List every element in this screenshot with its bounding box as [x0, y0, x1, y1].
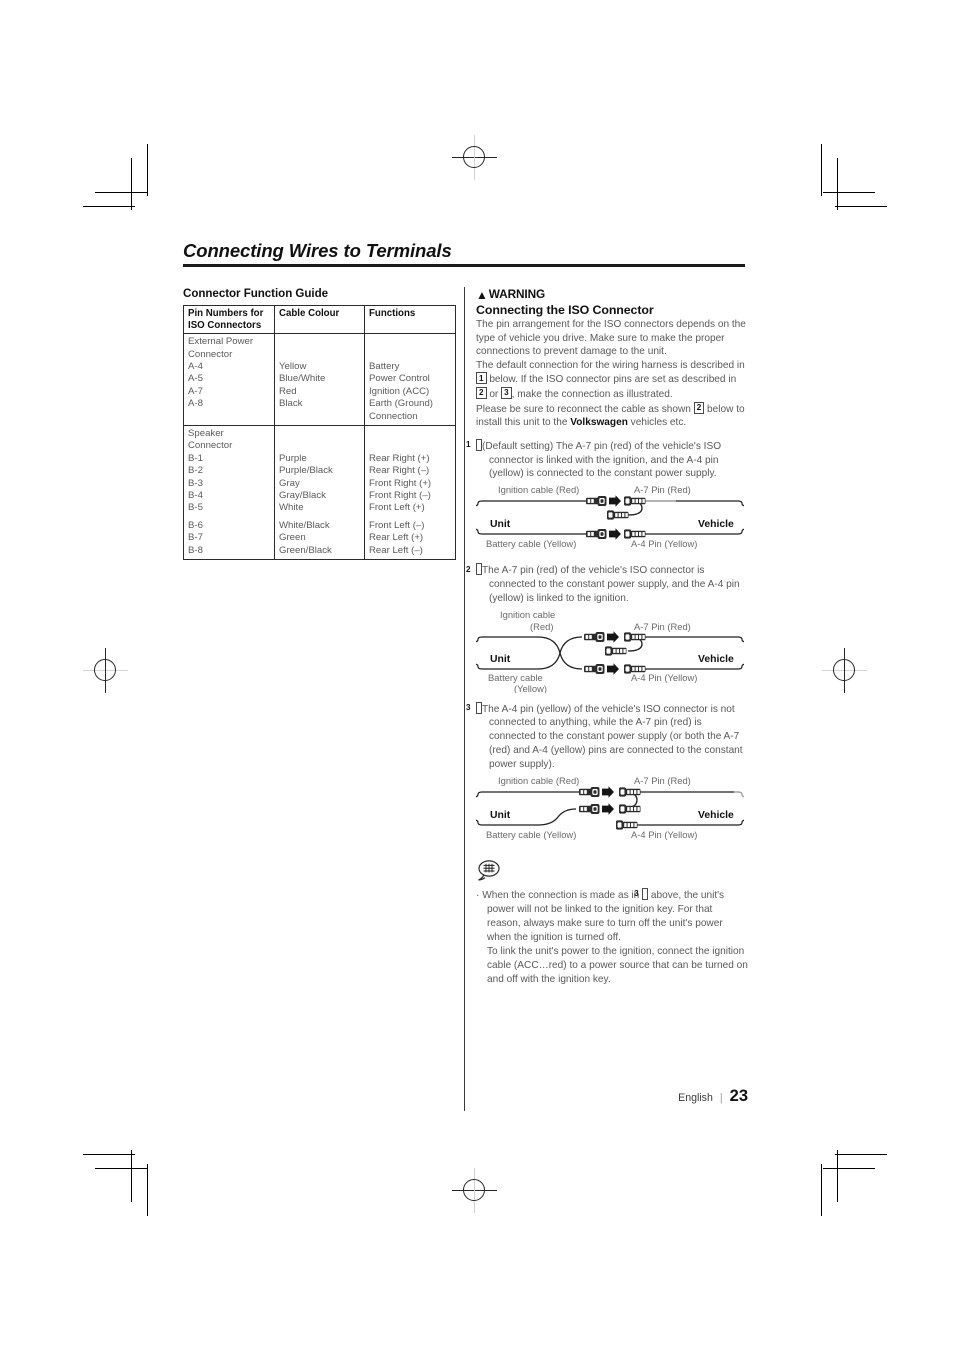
svg-text:A-4 Pin (Yellow): A-4 Pin (Yellow)	[631, 672, 697, 683]
svg-text:A-7 Pin (Red): A-7 Pin (Red)	[634, 484, 691, 495]
svg-text:A-4 Pin (Yellow): A-4 Pin (Yellow)	[631, 829, 697, 840]
page-footer: English | 23	[476, 1087, 748, 1106]
table-header-pin-numbers: Pin Numbers for ISO Connectors	[183, 304, 275, 335]
iso-connector-intro: The pin arrangement for the ISO connecto…	[476, 319, 746, 429]
column-divider	[464, 287, 466, 1111]
table-header-row: Pin Numbers for ISO Connectors Cable Col…	[183, 304, 456, 335]
iso-connector-subheading: Connecting the ISO Connector	[476, 303, 654, 317]
svg-text:(Red): (Red)	[530, 621, 553, 632]
svg-text:Vehicle: Vehicle	[698, 810, 734, 821]
step-3-diagram: Ignition cable (Red) A-7 Pin (Red) Unit …	[476, 775, 744, 845]
left-column: Connector Function Guide Pin Numbers for…	[183, 287, 456, 561]
svg-text:Ignition cable (Red): Ignition cable (Red)	[498, 484, 579, 495]
step-1-text: 1 (Default setting) The A-7 pin (red) of …	[466, 438, 722, 480]
crop-mark-bottom-right	[795, 1150, 887, 1220]
document-page: Connecting Wires to Terminals Connector …	[0, 0, 954, 1351]
table-header-functions: Functions	[364, 304, 456, 335]
svg-text:A-7 Pin (Red): A-7 Pin (Red)	[634, 621, 691, 632]
note-text-line2: To link the unit's power to the ignition…	[487, 945, 748, 985]
inline-step-ref-2: 2	[476, 386, 487, 399]
footer-page-number: 23	[729, 1087, 748, 1105]
cell-cable-colour-group-1: Yellow Blue/White Red Black	[274, 333, 365, 426]
inline-step-ref-2b: 2	[693, 401, 705, 414]
svg-text:Vehicle: Vehicle	[698, 654, 734, 665]
step-3-text: 3 The A-4 pin (yellow) of the vehicle's I…	[466, 701, 743, 770]
connector-function-table: Pin Numbers for ISO Connectors Cable Col…	[183, 304, 456, 561]
cell-functions-group-2: Rear Right (+) Rear Right (–) Front Righ…	[364, 424, 456, 561]
svg-text:Battery cable (Yellow): Battery cable (Yellow)	[486, 538, 576, 549]
step-1-diagram: Ignition cable (Red) A-7 Pin (Red) Unit …	[476, 484, 744, 554]
cell-pin-numbers-group-1: External Power Connector A-4 A-5 A-7 A-8	[183, 333, 275, 426]
svg-text:(Yellow): (Yellow)	[514, 683, 547, 693]
cell-functions-group-1: Battery Power Control Ignition (ACC) Ear…	[364, 333, 456, 426]
brand-volkswagen: Volkswagen	[570, 417, 628, 429]
table-row: Speaker Connector B-1 B-2 B-3 B-4 B-5 B-…	[183, 424, 456, 561]
connector-function-guide-heading: Connector Function Guide	[183, 287, 329, 300]
svg-text:Vehicle: Vehicle	[698, 519, 734, 530]
step-2-text: 2 The A-7 pin (red) of the vehicle's ISO …	[466, 563, 740, 604]
section-title: Connecting Wires to Terminals	[183, 240, 452, 261]
inline-step-ref-3: 3	[501, 386, 512, 399]
svg-text:Battery cable: Battery cable	[488, 672, 543, 683]
inline-step-ref-1: 1	[476, 372, 487, 385]
note-text: · When the connection is made as in 3 ab…	[476, 887, 748, 985]
svg-text:A-4 Pin (Yellow): A-4 Pin (Yellow)	[631, 538, 697, 549]
svg-text:Battery cable (Yellow): Battery cable (Yellow)	[486, 829, 576, 840]
crop-mark-top-left	[83, 140, 175, 210]
right-column: ▲ WARNING Connecting the ISO Connector T…	[466, 287, 748, 987]
svg-text:A-7 Pin (Red): A-7 Pin (Red)	[634, 775, 691, 786]
svg-text:Ignition cable (Red): Ignition cable (Red)	[498, 775, 579, 786]
crop-mark-top-right	[795, 140, 887, 210]
step-2: 2 The A-7 pin (red) of the vehicle's ISO …	[466, 563, 748, 693]
warning-label: WARNING	[488, 287, 546, 301]
section-title-rule	[183, 264, 745, 268]
step-1: 1 (Default setting) The A-7 pin (red) of …	[466, 438, 748, 554]
step-3: 3 The A-4 pin (yellow) of the vehicle's I…	[466, 701, 748, 845]
svg-text:Unit: Unit	[490, 654, 511, 665]
footer-language: English	[678, 1092, 713, 1104]
crop-mark-bottom-left	[83, 1150, 175, 1220]
note-bullet: ·	[476, 889, 480, 901]
svg-text:Unit: Unit	[490, 810, 511, 821]
note-speech-bubble-icon	[478, 859, 500, 881]
table-row: External Power Connector A-4 A-5 A-7 A-8…	[183, 333, 456, 426]
svg-text:Unit: Unit	[490, 519, 511, 530]
step-2-diagram: Ignition cable (Red) A-7 Pin (Red) Unit …	[476, 609, 744, 693]
cell-cable-colour-group-2: Purple Purple/Black Gray Gray/Black Whit…	[274, 424, 365, 561]
footer-separator: |	[719, 1092, 723, 1104]
warning-header: ▲ WARNING	[476, 287, 748, 302]
table-header-cable-colour: Cable Colour	[274, 304, 365, 335]
svg-text:Ignition cable: Ignition cable	[500, 609, 555, 620]
note-block: · When the connection is made as in 3 ab…	[476, 859, 748, 987]
warning-triangle-icon: ▲	[476, 287, 488, 302]
cell-pin-numbers-group-2: Speaker Connector B-1 B-2 B-3 B-4 B-5 B-…	[183, 424, 275, 561]
